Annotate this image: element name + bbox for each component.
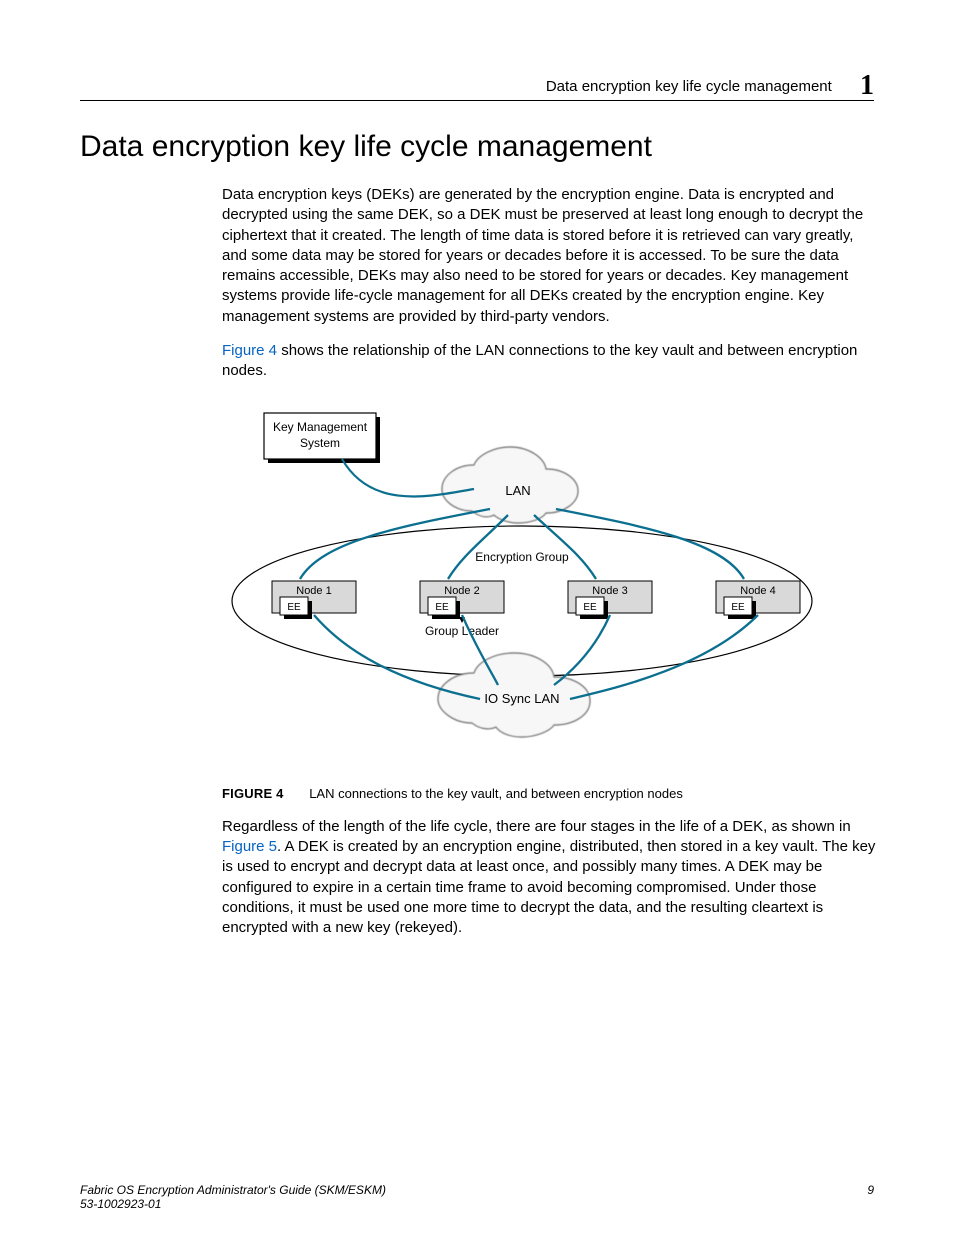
- page-footer: Fabric OS Encryption Administrator's Gui…: [80, 1183, 874, 1211]
- figure-4-caption: FIGURE 4 LAN connections to the key vaul…: [222, 785, 878, 803]
- footer-doc-number: 53-1002923-01: [80, 1197, 161, 1211]
- paragraph-3-rest: . A DEK is created by an encryption engi…: [222, 838, 875, 936]
- node-2: Node 2 EE: [420, 581, 504, 619]
- footer-page-number: 9: [867, 1183, 874, 1197]
- svg-text:Node 2: Node 2: [444, 585, 479, 597]
- svg-text:EE: EE: [583, 602, 597, 613]
- svg-text:IO Sync LAN: IO Sync LAN: [484, 691, 559, 706]
- paragraph-2-rest: shows the relationship of the LAN connec…: [222, 342, 857, 379]
- svg-text:Node 3: Node 3: [592, 585, 627, 597]
- figure-4-diagram: Key Management System LAN Encryption Gro…: [222, 401, 842, 771]
- svg-text:Key Management: Key Management: [273, 420, 368, 434]
- header-rule: [80, 100, 874, 101]
- svg-text:System: System: [300, 436, 340, 450]
- body-column: Data encryption keys (DEKs) are generate…: [222, 185, 878, 952]
- svg-text:EE: EE: [435, 602, 449, 613]
- figure-4-link[interactable]: Figure 4: [222, 342, 277, 359]
- encryption-group-label: Encryption Group: [475, 550, 569, 564]
- node-4: Node 4 EE: [716, 581, 800, 619]
- node-1: Node 1 EE: [272, 581, 356, 619]
- svg-text:EE: EE: [287, 602, 301, 613]
- svg-text:LAN: LAN: [505, 483, 530, 498]
- footer-doc-title: Fabric OS Encryption Administrator's Gui…: [80, 1183, 386, 1197]
- group-leader-label: Group Leader: [425, 624, 499, 638]
- chapter-number: 1: [860, 70, 874, 102]
- nodes-row: Node 1 EE Node 2 EE: [272, 581, 800, 619]
- running-head: Data encryption key life cycle managemen…: [0, 70, 954, 102]
- figure-4-number: FIGURE 4: [222, 786, 284, 801]
- figure-4: Key Management System LAN Encryption Gro…: [222, 401, 878, 771]
- paragraph-3: Regardless of the length of the life cyc…: [222, 817, 878, 939]
- running-title: Data encryption key life cycle managemen…: [546, 78, 832, 95]
- figure-4-caption-text: LAN connections to the key vault, and be…: [309, 786, 683, 801]
- section-title: Data encryption key life cycle managemen…: [80, 130, 652, 164]
- lan-cloud: LAN: [442, 447, 578, 523]
- node-3: Node 3 EE: [568, 581, 652, 619]
- svg-text:EE: EE: [731, 602, 745, 613]
- paragraph-2: Figure 4 shows the relationship of the L…: [222, 341, 878, 382]
- svg-text:Node 4: Node 4: [740, 585, 775, 597]
- figure-5-link[interactable]: Figure 5: [222, 838, 277, 855]
- paragraph-1: Data encryption keys (DEKs) are generate…: [222, 185, 878, 327]
- kms-box: Key Management System: [264, 413, 380, 463]
- paragraph-3-lead: Regardless of the length of the life cyc…: [222, 818, 851, 835]
- svg-text:Node 1: Node 1: [296, 585, 331, 597]
